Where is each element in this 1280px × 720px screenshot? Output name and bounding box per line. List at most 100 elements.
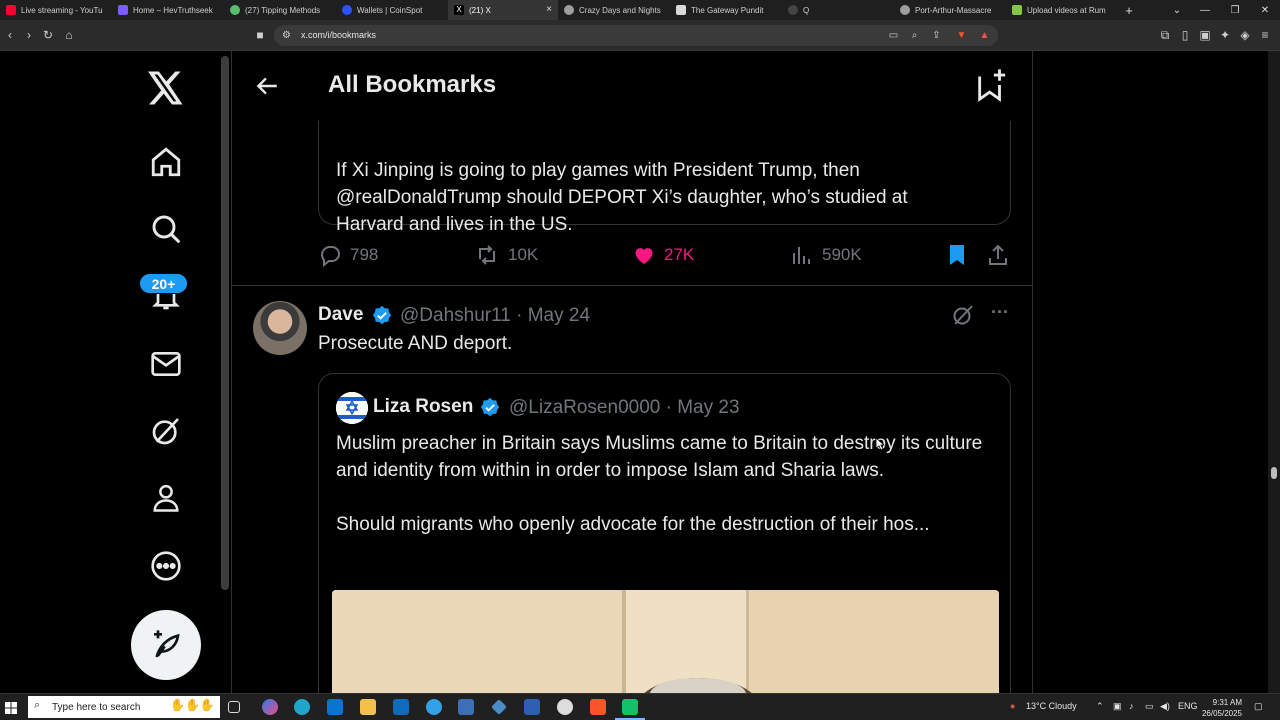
bookmark-button[interactable] — [945, 243, 977, 267]
share-button[interactable] — [986, 243, 1018, 267]
verified-badge-icon — [372, 305, 392, 325]
address-bar: ‹ › ↻ ⌂ ■ ⚙ x.com/i/bookmarks ▭ ⌕ ⇪ ▼ ▲ … — [0, 20, 1280, 51]
notification-center-icon[interactable]: ▢ — [1254, 701, 1263, 712]
forward-icon[interactable]: › — [22, 28, 36, 42]
volume-icon[interactable]: ◀) — [1160, 701, 1170, 712]
app-icon[interactable] — [622, 699, 638, 715]
back-icon[interactable]: ‹ — [3, 28, 17, 42]
profile-icon[interactable] — [146, 478, 186, 518]
views-button[interactable]: 590K — [790, 243, 862, 267]
reload-icon[interactable]: ↻ — [41, 28, 55, 42]
x-logo-icon[interactable] — [146, 68, 186, 108]
video-frame — [332, 590, 999, 693]
clock-date: 26/05/2025 — [1201, 709, 1242, 718]
more-options-icon[interactable]: ··· — [988, 303, 1012, 327]
app-icon[interactable] — [524, 699, 540, 715]
messages-icon[interactable] — [146, 344, 186, 384]
page-scrollbar[interactable] — [1268, 51, 1280, 693]
task-view-icon[interactable] — [228, 701, 240, 713]
sidebar-toggle-icon[interactable]: ▯ — [1178, 28, 1192, 42]
search-icon[interactable] — [146, 209, 186, 249]
microphone-icon[interactable]: ♪ — [1129, 701, 1134, 711]
hands-icon: ✋✋✋ — [170, 698, 215, 712]
system-clock[interactable]: 9:31 AM 26/05/2025 — [1196, 697, 1242, 719]
tab-search-icon[interactable]: ⌄ — [1162, 0, 1192, 20]
analytics-icon — [793, 247, 810, 264]
browser-tab[interactable]: Crazy Days and Nights — [558, 0, 670, 20]
heart-icon — [635, 248, 653, 264]
taskbar-search-field[interactable]: ⌕ Type here to search ✋✋✋ — [28, 696, 220, 718]
app-icon[interactable] — [426, 699, 442, 715]
copilot-icon[interactable] — [262, 699, 278, 715]
network-icon[interactable]: ▭ — [1145, 701, 1154, 712]
browser-tab[interactable]: Q — [782, 0, 894, 20]
close-window-button[interactable]: ✕ — [1250, 0, 1280, 20]
youtube-icon — [6, 5, 16, 15]
browser-tab[interactable]: (27) Tipping Methods — [224, 0, 336, 20]
browser-tab[interactable]: Wallets | CoinSpot — [336, 0, 448, 20]
url-field[interactable]: ⚙ x.com/i/bookmarks ▭ ⌕ ⇪ ▼ ▲ — [274, 25, 998, 46]
like-button[interactable]: 27K — [632, 243, 694, 267]
bookmark-page-icon[interactable]: ■ — [253, 28, 267, 42]
author-handle[interactable]: @Dahshur11 · May 24 — [400, 305, 590, 327]
quoted-author-handle: @LizaRosen0000 · May 23 — [509, 397, 740, 418]
feather-plus-icon — [154, 630, 180, 658]
minimize-button[interactable]: — — [1190, 0, 1220, 20]
avatar[interactable] — [253, 301, 307, 355]
page-scrollbar-thumb[interactable] — [1271, 467, 1277, 479]
share-icon[interactable]: ⇪ — [931, 30, 942, 41]
restore-button[interactable]: ❐ — [1220, 0, 1250, 20]
new-bookmark-folder-icon[interactable] — [974, 68, 1008, 102]
store-icon[interactable] — [327, 699, 343, 715]
quoted-paragraph: Muslim preacher in Britain says Muslims … — [336, 433, 983, 481]
brave-rewards-icon[interactable]: ▲ — [979, 30, 990, 41]
new-tab-button[interactable]: + — [1118, 3, 1140, 18]
browser-tab-active[interactable]: X (21) X × — [448, 0, 558, 20]
weather-text[interactable]: 13°C Cloudy — [1026, 701, 1077, 711]
close-tab-icon[interactable]: × — [546, 4, 552, 15]
view-count: 590K — [822, 245, 862, 264]
browser-tab[interactable]: Port-Arthur-Massacre — [894, 0, 1006, 20]
brave-icon[interactable] — [590, 699, 606, 715]
tray-expand-icon[interactable]: ⌃ — [1096, 701, 1104, 712]
share-icon — [989, 244, 1007, 265]
app-icon[interactable] — [491, 699, 507, 715]
browser-tab[interactable]: Upload videos at Rum — [1006, 0, 1118, 20]
outlook-icon[interactable] — [393, 699, 409, 715]
repost-button[interactable]: 10K — [474, 243, 538, 267]
menu-icon[interactable]: ≡ — [1258, 28, 1272, 42]
compose-post-button[interactable] — [131, 610, 201, 680]
home-icon[interactable] — [146, 142, 186, 182]
author-name[interactable]: Dave — [318, 304, 363, 326]
wallet-icon[interactable]: ▣ — [1198, 28, 1212, 42]
grok-explain-icon[interactable] — [951, 303, 975, 327]
site-info-icon[interactable]: ⚙ — [281, 30, 292, 41]
cast-icon[interactable]: ▭ — [888, 30, 899, 41]
brave-shields-icon[interactable]: ▼ — [956, 30, 967, 41]
obs-icon[interactable] — [557, 699, 573, 715]
leo-ai-icon[interactable]: ✦ — [1218, 28, 1232, 42]
windows-start-icon[interactable] — [5, 701, 17, 714]
grok-icon[interactable] — [146, 411, 186, 451]
zoom-icon[interactable]: ⌕ — [909, 30, 920, 41]
sidebar-scrollbar[interactable] — [221, 56, 229, 590]
edge-icon[interactable] — [294, 699, 310, 715]
extensions-icon[interactable]: ⧉ — [1158, 28, 1172, 42]
browser-tab[interactable]: The Gateway Pundit — [670, 0, 782, 20]
browser-tab[interactable]: Live streaming - YouTu — [0, 0, 112, 20]
browser-tab[interactable]: Home – HevTruthseek — [112, 0, 224, 20]
more-options-icon[interactable] — [146, 546, 186, 586]
repost-count: 10K — [508, 245, 539, 264]
vpn-icon[interactable]: ◈ — [1238, 28, 1252, 42]
back-arrow-icon[interactable] — [254, 73, 280, 99]
like-count: 27K — [664, 245, 695, 264]
tray-app-icon[interactable]: ▣ — [1113, 701, 1122, 712]
repost-icon — [479, 245, 495, 265]
quoted-media-video[interactable] — [332, 590, 999, 693]
app-icon[interactable] — [458, 699, 474, 715]
language-indicator[interactable]: ENG — [1178, 701, 1198, 711]
reply-button[interactable]: 798 — [318, 243, 378, 267]
file-explorer-icon[interactable] — [360, 699, 376, 715]
home-icon[interactable]: ⌂ — [62, 28, 76, 42]
quoted-tweet-card[interactable]: Liza Rosen @LizaRosen0000 · May 23 Musli… — [318, 373, 1011, 693]
